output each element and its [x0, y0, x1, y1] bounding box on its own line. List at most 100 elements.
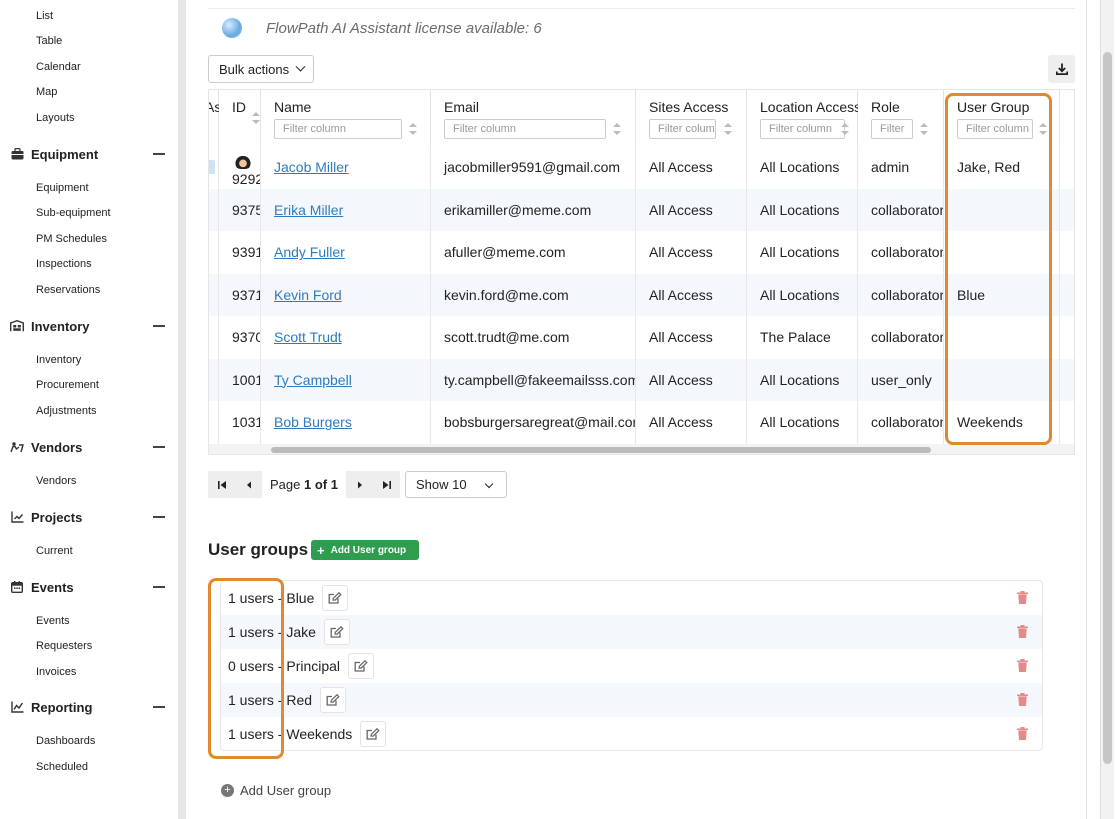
next-page-button[interactable]: [346, 471, 373, 498]
sidebar-item-adjustments[interactable]: Adjustments: [36, 405, 97, 417]
page-size-select[interactable]: Show 10: [405, 471, 507, 498]
sidebar-item-calendar[interactable]: Calendar: [36, 61, 81, 73]
sidebar-item-invoices[interactable]: Invoices: [36, 666, 76, 678]
sidebar-item-scheduled[interactable]: Scheduled: [36, 761, 88, 773]
sort-icon[interactable]: [1039, 123, 1047, 135]
column-header-location-access[interactable]: Location Access Filter column: [747, 90, 861, 146]
of-label: of: [314, 477, 328, 492]
sidebar-section-reporting[interactable]: Reporting: [10, 697, 165, 717]
cell-name[interactable]: Erika Miller: [261, 188, 431, 231]
prev-page-button[interactable]: [235, 471, 262, 498]
trash-icon[interactable]: [1017, 727, 1028, 745]
add-user-group-button[interactable]: + Add User group: [311, 540, 419, 560]
sort-icon[interactable]: [724, 123, 732, 135]
divider: [208, 8, 1075, 9]
column-header-user-group[interactable]: User Group Filter column: [944, 90, 1060, 146]
bulk-actions-button[interactable]: Bulk actions: [208, 55, 314, 83]
sidebar-section-projects[interactable]: Projects: [10, 507, 165, 527]
sort-icon[interactable]: [841, 123, 849, 135]
filter-input-role[interactable]: Filter: [871, 119, 913, 139]
sidebar-item-requesters[interactable]: Requesters: [36, 640, 92, 652]
cell-name[interactable]: Andy Fuller: [261, 231, 431, 274]
column-header-email[interactable]: Email Filter column: [431, 90, 636, 146]
filter-input-name[interactable]: Filter column: [274, 119, 402, 139]
sidebar-item-map[interactable]: Map: [36, 86, 57, 98]
sidebar-item-layouts[interactable]: Layouts: [36, 112, 75, 124]
filter-input-location[interactable]: Filter column: [760, 119, 845, 139]
add-user-group-link[interactable]: + Add User group: [221, 783, 331, 798]
first-page-icon: [217, 480, 226, 489]
column-header-name[interactable]: Name Filter column: [261, 90, 431, 146]
column-header-as[interactable]: As: [209, 90, 221, 146]
column-header-role[interactable]: Role Filter: [858, 90, 944, 146]
last-page-button[interactable]: [373, 471, 400, 498]
cell-name[interactable]: Jacob Miller: [261, 146, 431, 189]
collapse-icon[interactable]: [153, 706, 165, 708]
edit-group-button[interactable]: [348, 653, 375, 679]
cell-name[interactable]: Scott Trudt: [261, 316, 431, 359]
sidebar-item-dashboards[interactable]: Dashboards: [36, 735, 95, 747]
cell-name[interactable]: Bob Burgers: [261, 401, 431, 444]
sort-icon[interactable]: [409, 123, 417, 135]
table-row[interactable]: 9370 Scott Trudt scott.trudt@me.com All Acc…: [209, 316, 1074, 359]
scrollbar-thumb[interactable]: [1103, 52, 1112, 764]
sidebar-section-events[interactable]: Events: [10, 577, 165, 597]
edit-group-button[interactable]: [323, 619, 350, 645]
first-page-button[interactable]: [208, 471, 235, 498]
page-scrollbar[interactable]: [1100, 0, 1114, 819]
cell-as: [209, 401, 219, 444]
cell-name[interactable]: Kevin Ford: [261, 273, 431, 316]
sidebar-item-inspections[interactable]: Inspections: [36, 258, 92, 270]
trash-icon[interactable]: [1017, 659, 1028, 677]
sidebar-item-pm-schedules[interactable]: PM Schedules: [36, 233, 107, 245]
edit-group-button[interactable]: [322, 585, 349, 611]
collapse-icon[interactable]: [153, 516, 165, 518]
table-row[interactable]: 9375 Erika Miller erikamiller@meme.com All …: [209, 188, 1074, 231]
filter-input-email[interactable]: Filter column: [444, 119, 606, 139]
filter-input-user-group[interactable]: Filter column: [957, 119, 1033, 139]
table-row[interactable]: 9292 Jacob Miller jacobmiller9591@gmail.co…: [209, 146, 1074, 189]
sidebar-item-equipment[interactable]: Equipment: [36, 182, 89, 194]
column-header-sites-access[interactable]: Sites Access Filter column: [636, 90, 747, 146]
sidebar-section-inventory[interactable]: Inventory: [10, 316, 165, 336]
trash-icon[interactable]: [1017, 693, 1028, 711]
sidebar-item-events[interactable]: Events: [36, 615, 70, 627]
sidebar-item-list[interactable]: List: [36, 10, 53, 22]
sidebar-scrollbar[interactable]: [178, 0, 186, 819]
table-row[interactable]: 1031 Bob Burgers bobsburgersaregreat@mail.…: [209, 401, 1074, 444]
table-row[interactable]: 1001 Ty Campbell ty.campbell@fakeemailsss.…: [209, 358, 1074, 401]
trash-icon[interactable]: [1017, 625, 1028, 643]
cell-name[interactable]: Ty Campbell: [261, 358, 431, 401]
edit-group-button[interactable]: [360, 721, 387, 747]
filter-input-sites[interactable]: Filter column: [649, 119, 716, 139]
edit-group-button[interactable]: [320, 687, 347, 713]
download-button[interactable]: [1048, 55, 1075, 83]
sort-icon[interactable]: [613, 123, 621, 135]
sidebar-item-procurement[interactable]: Procurement: [36, 379, 99, 391]
sidebar-item-current[interactable]: Current: [36, 545, 73, 557]
cell-location: All Locations: [747, 401, 858, 444]
horizontal-scrollbar[interactable]: [209, 444, 1074, 454]
collapse-icon[interactable]: [153, 446, 165, 448]
column-header-id[interactable]: ID: [219, 90, 261, 146]
sidebar-item-reservations[interactable]: Reservations: [36, 284, 100, 296]
sidebar-item-vendors[interactable]: Vendors: [36, 475, 76, 487]
collapse-icon[interactable]: [153, 586, 165, 588]
briefcase-icon: [10, 147, 24, 161]
download-icon: [1055, 63, 1068, 75]
row-select-icon[interactable]: [209, 160, 215, 175]
table-row[interactable]: 9391 Andy Fuller afuller@meme.com All Acces…: [209, 231, 1074, 274]
table-row[interactable]: 9371 Kevin Ford kevin.ford@me.com All Acces…: [209, 273, 1074, 316]
cell-location: All Locations: [747, 188, 858, 231]
sort-icon[interactable]: [920, 123, 928, 135]
collapse-icon[interactable]: [153, 325, 165, 327]
trash-icon[interactable]: [1017, 591, 1028, 609]
scrollbar-thumb[interactable]: [271, 447, 931, 453]
sidebar-section-equipment[interactable]: Equipment: [10, 144, 165, 164]
sidebar-item-inventory[interactable]: Inventory: [36, 354, 81, 366]
collapse-icon[interactable]: [153, 153, 165, 155]
sidebar-section-vendors[interactable]: Vendors: [10, 437, 165, 457]
sidebar-item-sub-equipment[interactable]: Sub-equipment: [36, 207, 111, 219]
sort-icon[interactable]: [252, 112, 260, 124]
sidebar-item-table[interactable]: Table: [36, 35, 62, 47]
